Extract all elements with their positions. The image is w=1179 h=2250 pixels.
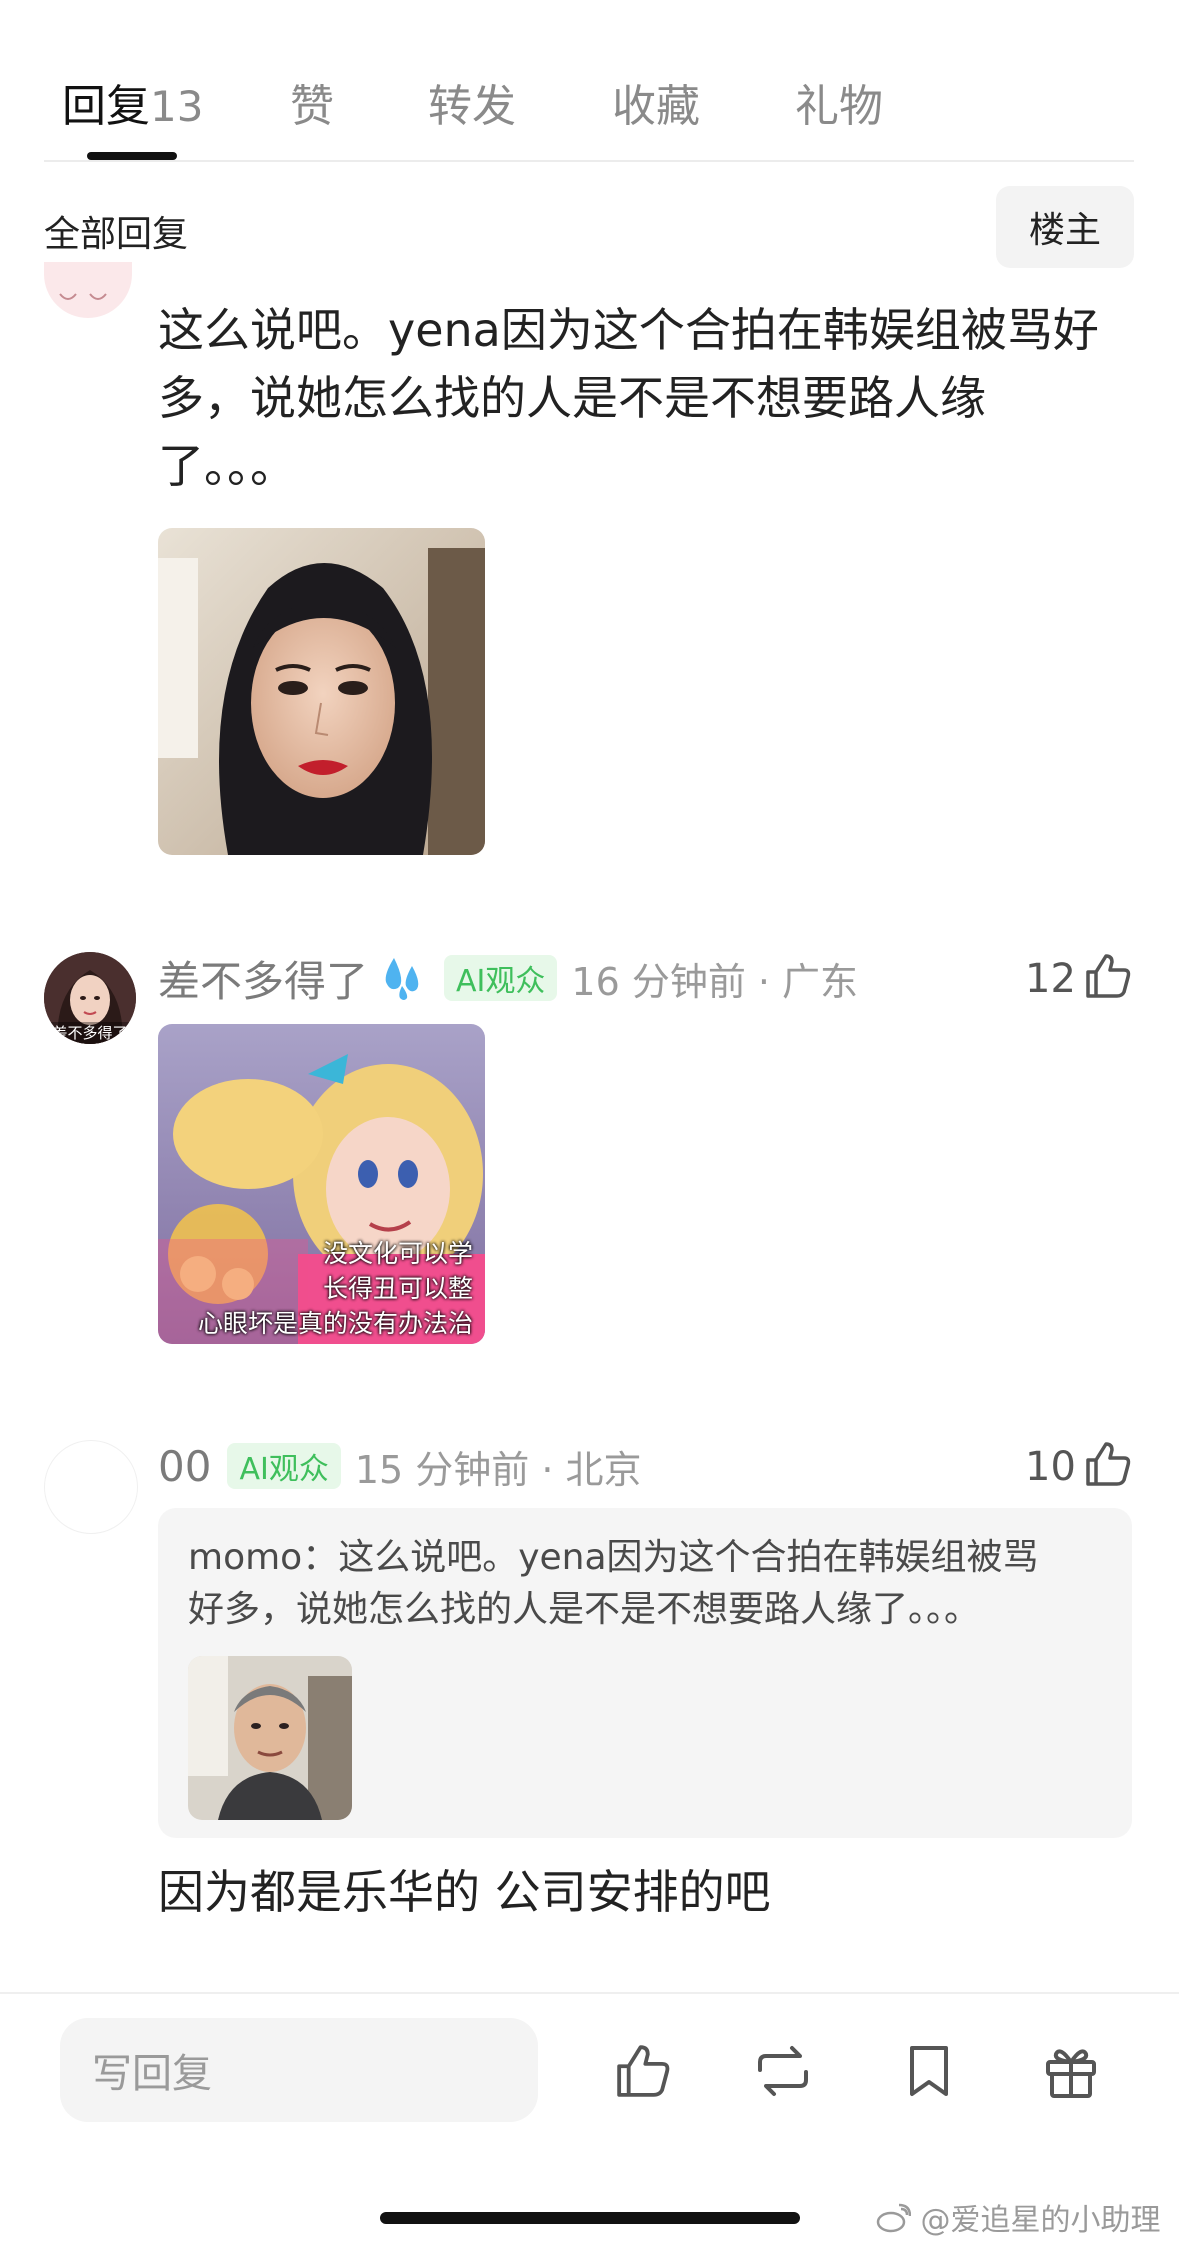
reply-text: 这么说吧。yena因为这个合拍在韩娱组被骂好 多，说她怎么找的人是不是不想要路人…	[158, 296, 1099, 500]
image-caption-line: 心眼坏是真的没有办法治	[197, 1309, 473, 1338]
quoted-text-line: 好多，说她怎么找的人是不是不想要路人缘了。。。	[188, 1589, 981, 1630]
reply-text: 因为都是乐华的 公司安排的吧	[158, 1865, 771, 1919]
avatar-caption: 差不多得了	[52, 1024, 128, 1042]
reply-text-line: 了。。。	[158, 439, 296, 493]
like-count: 10	[1025, 1444, 1076, 1490]
ai-audience-badge: AI观众	[444, 955, 558, 1001]
man-portrait-image	[188, 1656, 352, 1820]
reply-text-line: 这么说吧。yena因为这个合拍在韩娱组被骂好	[158, 303, 1099, 357]
reply-image[interactable]	[158, 528, 485, 855]
divider	[0, 1992, 1179, 1994]
active-tab-indicator	[87, 152, 177, 160]
thumb-up-icon[interactable]	[1082, 1438, 1134, 1490]
like-count: 12	[1025, 956, 1076, 1002]
reply-text-line: 多，说她怎么找的人是不是不想要路人缘	[158, 371, 986, 425]
ai-audience-badge: AI观众	[227, 1443, 341, 1489]
image-caption-line: 长得丑可以整	[322, 1274, 473, 1303]
avatar-art-icon	[54, 290, 114, 304]
all-replies-label[interactable]: 全部回复	[44, 205, 188, 257]
bookmark-icon[interactable]	[898, 2040, 960, 2102]
quoted-text: momo：这么说吧。yena因为这个合拍在韩娱组被骂 好多，说她怎么找的人是不是…	[188, 1532, 1108, 1636]
tab-likes[interactable]: 赞	[290, 70, 334, 134]
reply-input[interactable]: 写回复	[60, 2018, 538, 2122]
repost-icon[interactable]	[752, 2040, 814, 2102]
quoted-image[interactable]	[188, 1656, 352, 1820]
tab-replies[interactable]: 回复13	[62, 70, 203, 134]
gift-icon[interactable]	[1040, 2040, 1102, 2102]
tab-reposts[interactable]: 转发	[428, 70, 516, 134]
thumb-up-icon[interactable]	[1082, 950, 1134, 1002]
avatar[interactable]	[44, 262, 132, 318]
tab-bar: 回复13 赞 转发 收藏 礼物	[0, 0, 1179, 162]
reply-meta: 16 分钟前 · 广东	[571, 959, 859, 1004]
owner-filter-button[interactable]: 楼主	[996, 186, 1134, 268]
avatar[interactable]: 差不多得了	[44, 952, 136, 1044]
woman-portrait-image	[158, 528, 485, 855]
tab-replies-label: 回复	[62, 81, 150, 132]
avatar[interactable]	[44, 1440, 138, 1534]
tab-gifts[interactable]: 礼物	[795, 70, 883, 134]
watermark: @爱追星的小助理	[875, 2195, 1161, 2241]
water-drop-icon	[376, 952, 428, 1004]
username[interactable]: 00	[158, 1442, 211, 1491]
reply-header: 00 AI观众 15 分钟前 · 北京	[158, 1434, 642, 1498]
username[interactable]: 差不多得了	[158, 948, 368, 1009]
tab-favorites[interactable]: 收藏	[612, 70, 700, 134]
tab-replies-count: 13	[150, 82, 204, 131]
image-caption: 没文化可以学 长得丑可以整 心眼坏是真的没有办法治	[198, 1236, 473, 1341]
watermark-text: @爱追星的小助理	[920, 2203, 1161, 2238]
quoted-reply[interactable]: momo：这么说吧。yena因为这个合拍在韩娱组被骂 好多，说她怎么找的人是不是…	[158, 1508, 1132, 1838]
weibo-logo-icon	[875, 2203, 912, 2241]
quoted-text-line: momo：这么说吧。yena因为这个合拍在韩娱组被骂	[188, 1537, 1039, 1578]
reply-image[interactable]: 没文化可以学 长得丑可以整 心眼坏是真的没有办法治	[158, 1024, 485, 1344]
image-caption-line: 没文化可以学	[322, 1239, 473, 1268]
divider	[44, 160, 1134, 162]
reply-header: 差不多得了 AI观众 16 分钟前 · 广东	[158, 946, 858, 1010]
thumb-up-icon[interactable]	[612, 2040, 674, 2102]
reply-meta: 15 分钟前 · 北京	[354, 1447, 642, 1492]
home-indicator[interactable]	[380, 2212, 800, 2224]
